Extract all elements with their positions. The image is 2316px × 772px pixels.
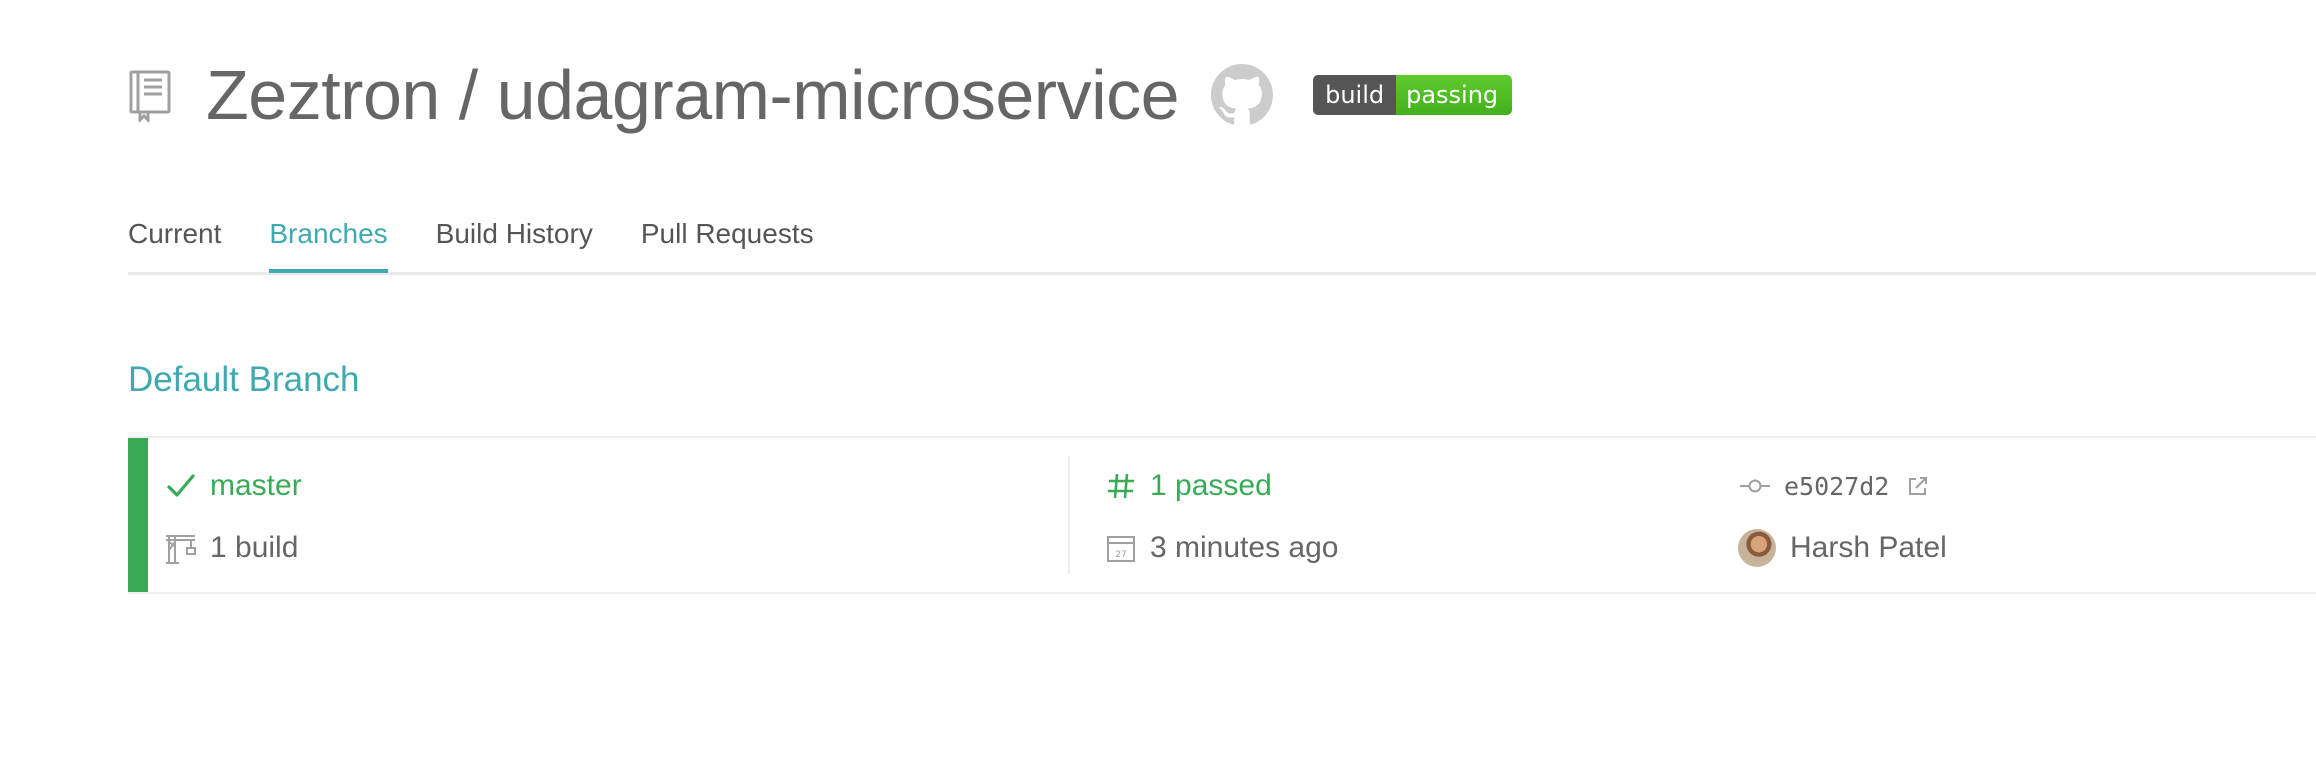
author-name: Harsh Patel <box>1790 531 1947 564</box>
badge-status: passing <box>1396 75 1513 115</box>
hash-icon <box>1104 469 1138 503</box>
build-result-link[interactable]: 1 passed <box>1150 469 1272 503</box>
commit-icon <box>1738 469 1772 503</box>
crane-icon <box>164 531 198 565</box>
build-status-column: 1 passed 27 3 minutes ago <box>1104 438 1704 592</box>
branch-status-bar <box>128 438 148 592</box>
commit-sha-link[interactable]: e5027d2 <box>1784 472 1889 501</box>
build-status-badge[interactable]: build passing <box>1313 75 1513 115</box>
tab-current[interactable]: Current <box>128 200 221 269</box>
branch-row[interactable]: master 1 build 1 passed 27 3 minutes ago… <box>128 436 2316 594</box>
commit-line: e5027d2 <box>1738 464 1929 508</box>
commit-column: e5027d2 Harsh Patel <box>1738 438 2316 592</box>
external-link-icon[interactable] <box>1907 475 1929 497</box>
github-octocat-icon[interactable] <box>1211 64 1274 126</box>
repo-header: Zeztron / udagram-microservice build pas… <box>128 52 1513 138</box>
checkmark-icon <box>164 469 198 503</box>
branch-info-column: master 1 build <box>164 438 1064 592</box>
build-result-line: 1 passed <box>1104 464 1272 508</box>
tab-pull-requests[interactable]: Pull Requests <box>641 200 814 269</box>
repo-title-link[interactable]: Zeztron / udagram-microservice <box>206 52 1180 138</box>
build-time-line: 27 3 minutes ago <box>1104 526 1338 570</box>
badge-label: build <box>1313 75 1397 115</box>
calendar-icon: 27 <box>1104 531 1138 565</box>
tab-branches[interactable]: Branches <box>269 200 388 273</box>
branch-name-line: master <box>164 464 302 508</box>
default-branch-heading: Default Branch <box>128 360 360 399</box>
build-count-line: 1 build <box>164 526 298 570</box>
repo-tabs: Current Branches Build History Pull Requ… <box>128 200 2316 275</box>
branch-name-link[interactable]: master <box>210 469 302 503</box>
build-count: 1 build <box>210 531 299 564</box>
author-line: Harsh Patel <box>1738 526 1947 570</box>
column-divider <box>1068 456 1070 574</box>
repo-book-icon <box>128 67 176 123</box>
page: Zeztron / udagram-microservice build pas… <box>0 0 2316 772</box>
tab-build-history[interactable]: Build History <box>436 200 593 269</box>
avatar <box>1738 529 1776 567</box>
svg-text:27: 27 <box>1115 550 1126 560</box>
build-time: 3 minutes ago <box>1150 531 1339 564</box>
